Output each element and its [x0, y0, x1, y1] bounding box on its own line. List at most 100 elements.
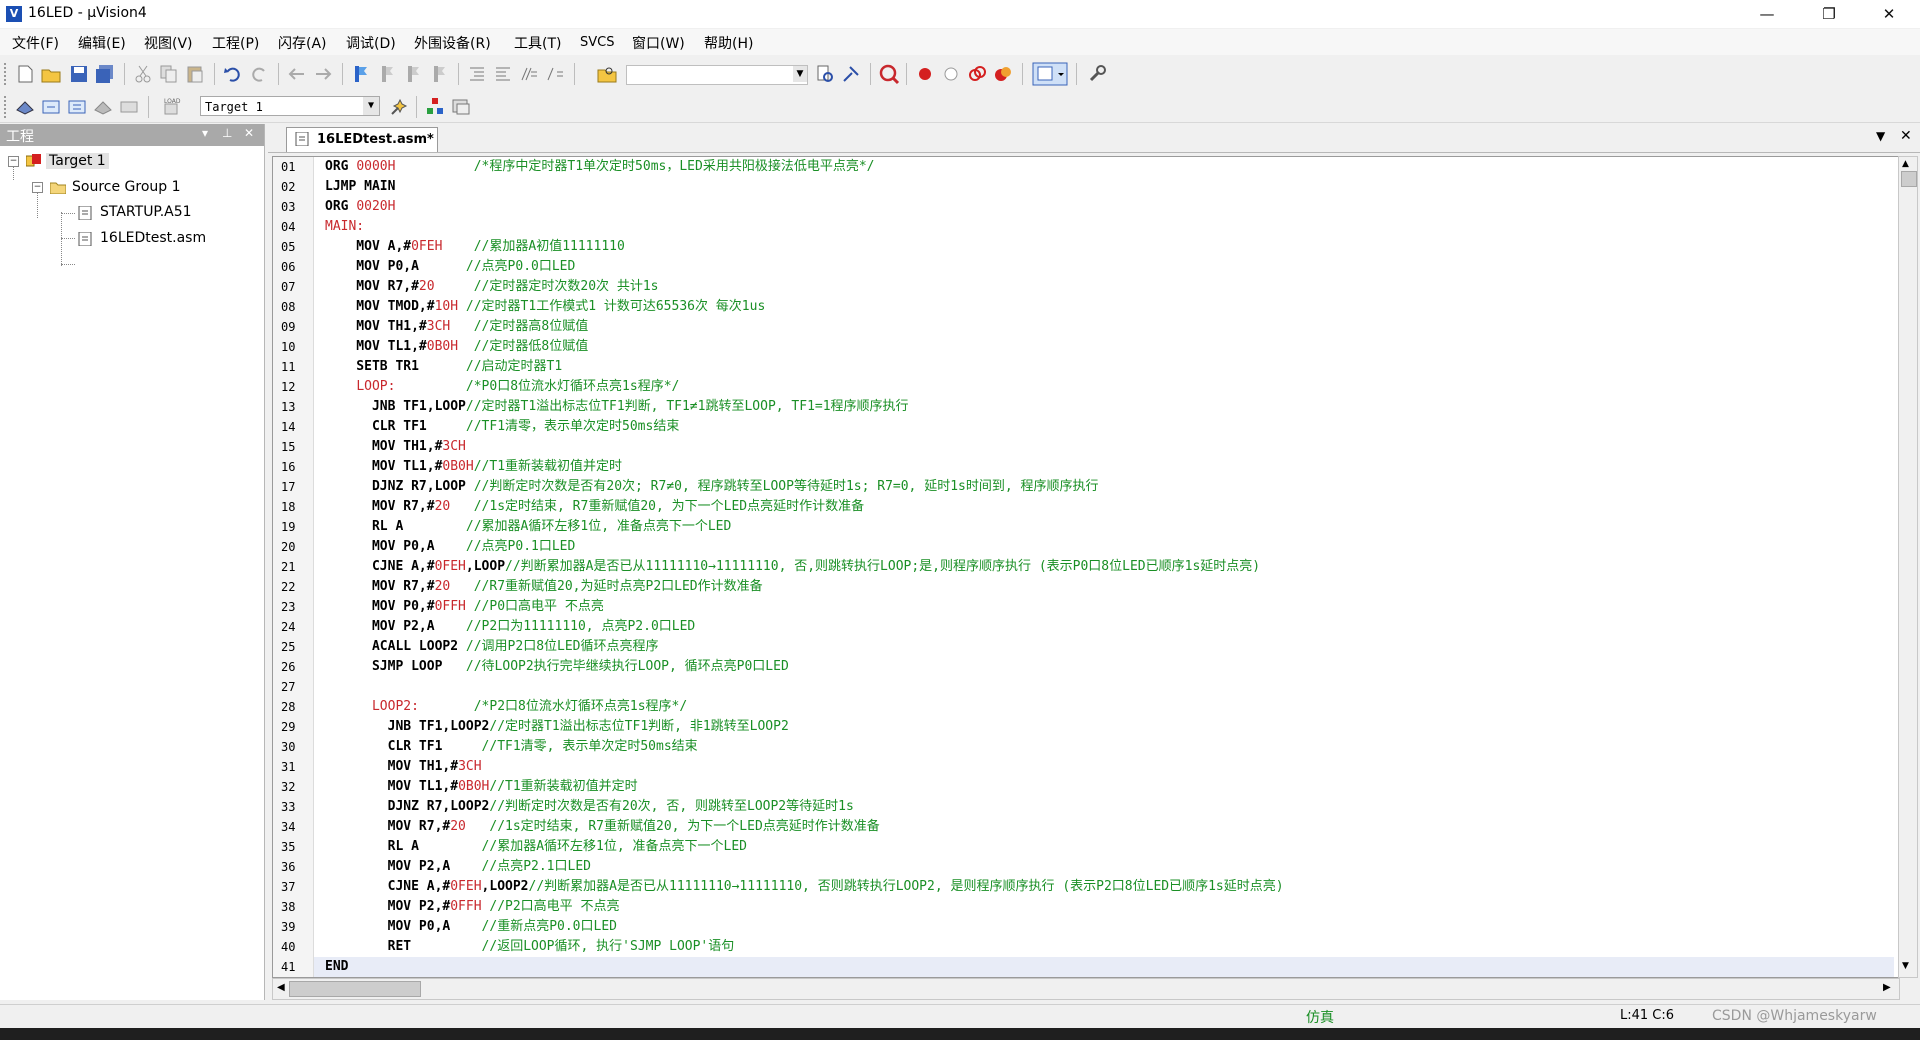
menu-edit[interactable]: 编辑(E)	[78, 33, 126, 53]
find-combo[interactable]: ▼	[626, 65, 808, 85]
comment-icon[interactable]	[518, 63, 540, 85]
chevron-down-icon[interactable]: ▼	[793, 66, 807, 82]
navigate-forward-icon[interactable]	[312, 63, 334, 85]
maximize-button[interactable]: ❐	[1806, 0, 1852, 28]
tree-source-group[interactable]: Source Group 1	[72, 179, 181, 195]
download-icon[interactable]: LOAD	[160, 96, 182, 118]
menu-flash[interactable]: 闪存(A)	[278, 33, 327, 53]
prev-bookmark-icon[interactable]	[376, 63, 398, 85]
line-number: 19	[281, 520, 296, 534]
code-line: MOV TMOD,#10H //定时器T1工作模式1 计数可达65536次 每次…	[325, 297, 765, 317]
save-icon[interactable]	[68, 63, 90, 85]
code-label: LOOP2:	[371, 699, 419, 714]
close-panel-icon[interactable]: ✕	[244, 126, 254, 140]
scroll-right-icon[interactable]: ▶	[1883, 982, 1891, 993]
scroll-down-icon[interactable]: ▼	[1902, 961, 1909, 971]
code-token: MOV P2,A	[325, 859, 482, 874]
redo-icon[interactable]	[248, 63, 270, 85]
target-options-icon[interactable]	[388, 96, 410, 118]
menu-help[interactable]: 帮助(H)	[704, 33, 753, 53]
translate-icon[interactable]	[14, 96, 36, 118]
chevron-down-icon[interactable]: ▼	[363, 97, 379, 115]
code-line: MOV R7,#20 //定时器定时次数20次 共计1s	[325, 277, 658, 297]
tree-file[interactable]: 16LEDtest.asm	[100, 230, 206, 246]
rebuild-icon[interactable]	[66, 96, 88, 118]
code-token: LJMP MAIN	[325, 179, 396, 194]
cut-icon[interactable]	[132, 63, 154, 85]
select-packs-icon[interactable]	[450, 96, 472, 118]
next-bookmark-icon[interactable]	[402, 63, 424, 85]
line-number: 08	[281, 300, 296, 314]
code-comment: //P2口高电平 不点亮	[489, 899, 620, 914]
code-line: MOV R7,#20 //R7重新赋值20,为延时点亮P2口LED作计数准备	[325, 577, 763, 597]
code-editor[interactable]: 01 02 03 04 05 06 07 08 09 10 11 12 13 14 15 16 17 18 19 20…	[272, 156, 1900, 978]
disable-all-breakpoints-icon[interactable]	[966, 63, 988, 85]
code-line: MOV R7,#20 //1s定时结束, R7重新赋值20, 为下一个LED点亮…	[325, 497, 864, 517]
minimize-button[interactable]: —	[1744, 0, 1790, 28]
open-file-icon[interactable]	[40, 63, 62, 85]
tree-file[interactable]: STARTUP.A51	[100, 204, 192, 220]
code-token: SETB TR1	[325, 359, 466, 374]
code-comment: //调用P2口8位LED循环点亮程序	[465, 639, 659, 654]
menu-peripherals[interactable]: 外围设备(R)	[414, 33, 491, 53]
clear-bookmarks-icon[interactable]	[428, 63, 450, 85]
breakpoint-icon[interactable]	[914, 63, 936, 85]
horizontal-scroll-thumb[interactable]	[289, 981, 421, 997]
stop-build-icon[interactable]	[118, 96, 140, 118]
tab-list-icon[interactable]: ▼	[1876, 129, 1885, 143]
collapse-group-toggle[interactable]: −	[32, 182, 43, 193]
vertical-scroll-thumb[interactable]	[1901, 171, 1917, 187]
vertical-scrollbar[interactable]: ▲ ▼	[1898, 156, 1918, 978]
menu-debug[interactable]: 调试(D)	[346, 33, 396, 53]
menu-svcs[interactable]: SVCS	[580, 35, 614, 50]
configure-icon[interactable]	[1086, 63, 1108, 85]
save-all-icon[interactable]	[94, 63, 116, 85]
window-layout-icon[interactable]	[1032, 62, 1068, 86]
code-line: MOV TL1,#0B0H//T1重新装载初值并定时	[325, 777, 638, 797]
menu-project[interactable]: 工程(P)	[212, 33, 259, 53]
disable-breakpoint-icon[interactable]	[940, 63, 962, 85]
scroll-left-icon[interactable]: ◀	[277, 982, 285, 993]
horizontal-scrollbar[interactable]: ◀ ▶	[272, 978, 1900, 1000]
incremental-find-icon[interactable]	[840, 63, 862, 85]
build-icon[interactable]	[40, 96, 62, 118]
paste-icon[interactable]	[184, 63, 206, 85]
find-icon[interactable]	[814, 63, 836, 85]
kill-all-breakpoints-icon[interactable]	[992, 63, 1014, 85]
pin-icon[interactable]: ⊥	[222, 126, 232, 140]
file-icon	[78, 232, 92, 246]
bookmark-icon[interactable]	[350, 63, 372, 85]
code-comment: //累加器A循环左移1位, 准备点亮下一个LED	[481, 839, 747, 854]
indent-icon[interactable]	[466, 63, 488, 85]
navigate-back-icon[interactable]	[286, 63, 308, 85]
uncomment-icon[interactable]	[544, 63, 566, 85]
start-debug-icon[interactable]	[878, 63, 900, 85]
scroll-up-icon[interactable]: ▲	[1902, 159, 1909, 169]
new-file-icon[interactable]	[14, 63, 36, 85]
menu-file[interactable]: 文件(F)	[12, 33, 59, 53]
file-tab[interactable]: 16LEDtest.asm*	[286, 127, 438, 152]
line-number: 15	[281, 440, 296, 454]
manage-project-items-icon[interactable]	[424, 96, 446, 118]
target-select[interactable]: Target 1 ▼	[200, 96, 380, 116]
copy-icon[interactable]	[158, 63, 180, 85]
toolbar-grip[interactable]	[4, 96, 9, 118]
code-token: JNB TF1,LOOP	[325, 399, 466, 414]
close-tab-icon[interactable]: ✕	[1900, 128, 1912, 144]
toolbar-grip[interactable]	[4, 63, 9, 85]
batch-build-icon[interactable]	[92, 96, 114, 118]
collapse-target-toggle[interactable]: −	[8, 156, 19, 167]
menu-tools[interactable]: 工具(T)	[514, 33, 561, 53]
panel-menu-icon[interactable]: ▾	[202, 126, 208, 140]
close-button[interactable]: ✕	[1866, 0, 1912, 28]
menu-view[interactable]: 视图(V)	[144, 33, 193, 53]
line-number: 17	[281, 480, 296, 494]
find-in-files-icon[interactable]	[596, 63, 618, 85]
undo-icon[interactable]	[222, 63, 244, 85]
code-token: ACALL LOOP2	[325, 639, 466, 654]
tree-target[interactable]: Target 1	[46, 153, 109, 169]
menu-window[interactable]: 窗口(W)	[632, 33, 685, 53]
unindent-icon[interactable]	[492, 63, 514, 85]
line-number: 29	[281, 720, 296, 734]
code-token: RL A	[325, 519, 466, 534]
